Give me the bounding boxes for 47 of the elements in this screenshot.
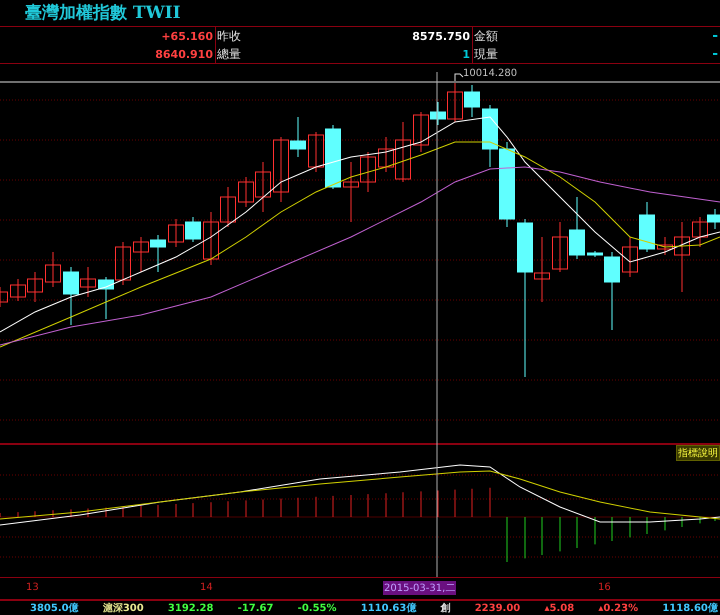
candlestick <box>639 202 655 253</box>
quote-label: 昨收 <box>217 28 241 45</box>
indicator-help-button[interactable]: 指標說明 <box>676 445 720 462</box>
candlestick <box>185 216 201 243</box>
ticker-value: ▴5.08 <box>544 602 574 614</box>
candlestick <box>10 278 26 302</box>
ticker-value: 1110.63億 <box>360 602 416 615</box>
quote-label: 現量 <box>474 46 498 63</box>
candlestick <box>464 84 480 118</box>
candlestick <box>150 234 166 273</box>
ticker-value: 創 <box>440 602 450 615</box>
candlestick <box>569 196 585 260</box>
ticker-value: 3805.0億 <box>30 602 79 615</box>
candlestick <box>0 286 8 308</box>
quote-label: 金額 <box>474 28 498 45</box>
candlestick <box>133 236 149 273</box>
high-marker-icon <box>454 74 464 82</box>
date-label: 13 <box>26 582 39 594</box>
quote-value: +65.160 <box>161 30 214 43</box>
quote-value: 8640.910 <box>155 48 214 61</box>
quote-value: 1 <box>462 48 471 61</box>
candlestick <box>203 212 219 266</box>
candlestick <box>27 272 43 303</box>
ticker-value: ▴0.23% <box>598 602 638 614</box>
high-price-label: 10014.280 <box>463 68 518 80</box>
index-title: 臺灣加權指數 TWII <box>24 2 182 25</box>
candlestick <box>98 276 114 320</box>
candlestick <box>220 186 236 228</box>
ticker-value: 3192.28 <box>168 602 214 614</box>
candlestick <box>552 222 568 273</box>
quote-label: 總量 <box>217 46 241 63</box>
cursor-date-label: 2015-03-31,二 <box>383 581 456 596</box>
ticker-value: -0.55% <box>298 602 337 614</box>
quote-value: - <box>712 28 719 44</box>
ticker-value: 滬深300 <box>102 602 144 615</box>
candlestick <box>168 218 184 248</box>
date-label: 16 <box>598 582 611 594</box>
ticker-value: 1118.60億 <box>662 602 718 615</box>
quote-value: 8575.750 <box>412 30 471 43</box>
quote-value: - <box>712 46 719 62</box>
candlestick <box>45 252 61 288</box>
ticker-value: 2239.00 <box>474 602 520 614</box>
candlestick <box>115 242 131 286</box>
candlestick <box>482 104 498 168</box>
ticker-value: -17.67 <box>238 602 274 614</box>
date-label: 14 <box>200 582 213 594</box>
candlestick <box>622 236 638 278</box>
